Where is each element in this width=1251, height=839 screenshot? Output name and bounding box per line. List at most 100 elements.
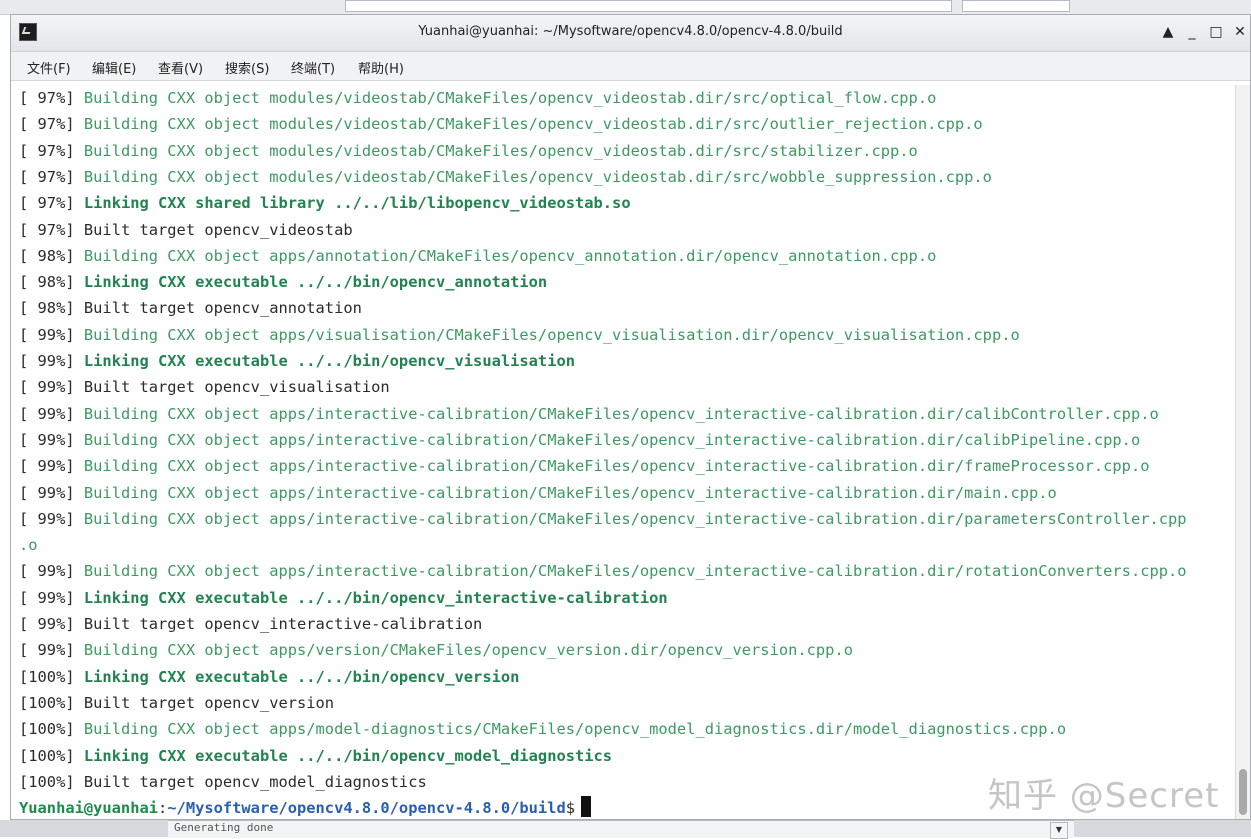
terminal-line: [ 99%] Building CXX object apps/interact… (19, 558, 1187, 584)
window-title: Yuanhai@yuanhai: ~/Mysoftware/opencv4.8.… (418, 24, 843, 39)
terminal-line: [100%] Building CXX object apps/model-di… (19, 716, 1066, 742)
build-message: Building CXX object apps/interactive-cal… (83, 483, 1057, 502)
build-message: Building CXX object modules/videostab/CM… (83, 115, 983, 134)
background-button (962, 0, 1070, 12)
build-message: Built target opencv_videostab (83, 220, 353, 239)
menu-edit[interactable]: 编辑(E) (92, 58, 136, 77)
terminal-line: [ 97%] Built target opencv_videostab (19, 217, 353, 243)
background-scroll-down-icon: ▼ (1050, 822, 1068, 839)
progress-percent: [ 99%] (19, 483, 75, 502)
scrollbar-thumb[interactable] (1239, 769, 1247, 815)
terminal-line: [ 99%] Building CXX object apps/version/… (19, 637, 853, 663)
build-message: Building CXX object apps/annotation/CMak… (83, 246, 937, 265)
build-message: Building CXX object apps/interactive-cal… (83, 562, 1187, 581)
progress-percent: [ 98%] (19, 246, 75, 265)
terminal-line: [ 99%] Building CXX object apps/interact… (19, 480, 1057, 506)
terminal-line: [100%] Linking CXX executable ../../bin/… (19, 743, 612, 769)
build-message: Building CXX object apps/version/CMakeFi… (83, 641, 853, 660)
build-message: Building CXX object apps/interactive-cal… (83, 457, 1150, 476)
build-message: Building CXX object apps/model-diagnosti… (83, 720, 1067, 739)
progress-percent: [ 99%] (19, 378, 75, 397)
build-message: Linking CXX executable ../../bin/opencv_… (83, 352, 575, 370)
progress-percent: [ 97%] (19, 141, 75, 160)
progress-percent: [ 98%] (19, 299, 75, 318)
shell-prompt[interactable]: Yuanhai@yuanhai:~/Mysoftware/opencv4.8.0… (19, 795, 591, 819)
build-message: Linking CXX shared library ../../lib/lib… (83, 194, 631, 213)
build-message: Building CXX object apps/visualisation/C… (83, 325, 1020, 344)
terminal-line: [ 99%] Linking CXX executable ../../bin/… (19, 585, 668, 611)
maximize-button[interactable]: □ (1205, 21, 1227, 43)
progress-percent: [ 99%] (19, 457, 75, 476)
terminal-line: [ 97%] Building CXX object modules/video… (19, 138, 918, 164)
progress-percent: [ 97%] (19, 115, 75, 134)
title-bar[interactable]: Yuanhai@yuanhai: ~/Mysoftware/opencv4.8.… (11, 15, 1250, 52)
progress-percent: [ 97%] (19, 167, 75, 186)
terminal-line: [ 99%] Building CXX object apps/visualis… (19, 322, 1020, 348)
progress-percent: [ 99%] (19, 509, 75, 528)
background-window-top (0, 0, 1251, 15)
terminal-line: [ 99%] Built target opencv_visualisation (19, 374, 390, 400)
progress-percent: [100%] (19, 667, 75, 686)
prompt-user: Yuanhai@yuanhai (19, 799, 158, 818)
progress-percent: [100%] (19, 746, 75, 765)
progress-percent: [ 99%] (19, 325, 75, 344)
terminal-line: [ 97%] Linking CXX shared library ../../… (19, 190, 631, 216)
build-message: Built target opencv_annotation (83, 299, 362, 318)
terminal-line: [100%] Linking CXX executable ../../bin/… (19, 664, 519, 690)
progress-percent: [ 99%] (19, 588, 75, 607)
progress-percent: [ 99%] (19, 562, 75, 581)
progress-percent: [ 99%] (19, 430, 75, 449)
progress-percent: [ 98%] (19, 273, 75, 292)
menu-help[interactable]: 帮助(H) (358, 58, 404, 77)
build-message: Built target opencv_model_diagnostics (83, 772, 427, 791)
build-message: Linking CXX executable ../../bin/opencv_… (83, 667, 520, 686)
progress-percent: [ 99%] (19, 404, 75, 423)
build-message: Building CXX object apps/interactive-cal… (83, 509, 1187, 528)
terminal-line: .o (19, 532, 38, 558)
menu-view[interactable]: 查看(V) (158, 58, 203, 77)
background-address-field (345, 0, 952, 12)
terminal-output[interactable]: [ 97%] Building CXX object modules/video… (11, 85, 1236, 819)
build-message: Linking CXX executable ../../bin/opencv_… (83, 273, 548, 292)
terminal-scrollbar[interactable] (1235, 85, 1250, 819)
progress-percent: [ 99%] (19, 615, 75, 633)
progress-percent: [100%] (19, 772, 75, 791)
terminal-line: [ 98%] Building CXX object apps/annotati… (19, 243, 936, 269)
build-message: Built target opencv_version (83, 693, 335, 712)
terminal-line: [ 99%] Building CXX object apps/interact… (19, 401, 1159, 427)
progress-percent: [ 97%] (19, 220, 75, 239)
shade-window-button[interactable]: ▲ (1157, 21, 1179, 43)
progress-percent: [ 99%] (19, 352, 75, 370)
terminal-line: [ 97%] Building CXX object modules/video… (19, 111, 983, 137)
prompt-colon: : (158, 799, 168, 818)
menu-bar: 文件(F) 编辑(E) 查看(V) 搜索(S) 终端(T) 帮助(H) (11, 52, 1250, 81)
build-message: .o (19, 536, 38, 555)
close-button[interactable]: ✕ (1229, 21, 1251, 43)
build-message: Built target opencv_interactive-calibrat… (83, 615, 483, 633)
build-message: Linking CXX executable ../../bin/opencv_… (83, 746, 613, 765)
terminal-line: [ 99%] Building CXX object apps/interact… (19, 506, 1187, 532)
background-window-bottom: Generating done ▼ (0, 820, 1251, 839)
terminal-window: Yuanhai@yuanhai: ~/Mysoftware/opencv4.8.… (10, 14, 1251, 820)
terminal-line: [ 98%] Built target opencv_annotation (19, 295, 362, 321)
menu-terminal[interactable]: 终端(T) (291, 58, 335, 77)
watermark: 知乎 @Secret (988, 776, 1220, 816)
text-cursor (581, 796, 591, 818)
progress-percent: [ 97%] (19, 89, 75, 107)
build-message: Building CXX object apps/interactive-cal… (83, 404, 1159, 423)
minimize-button[interactable]: _ (1181, 21, 1203, 43)
build-message: Built target opencv_visualisation (83, 378, 390, 397)
progress-percent: [ 99%] (19, 641, 75, 660)
progress-percent: [ 97%] (19, 194, 75, 213)
progress-percent: [100%] (19, 693, 75, 712)
terminal-line: [ 97%] Building CXX object modules/video… (19, 85, 936, 111)
terminal-line: [100%] Built target opencv_version (19, 690, 334, 716)
build-message: Building CXX object modules/videostab/CM… (83, 141, 918, 160)
build-message: Building CXX object modules/videostab/CM… (83, 89, 937, 107)
terminal-line: [ 99%] Building CXX object apps/interact… (19, 453, 1149, 479)
build-message: Building CXX object modules/videostab/CM… (83, 167, 992, 186)
menu-file[interactable]: 文件(F) (27, 58, 71, 77)
background-log-text: Generating done (168, 820, 1074, 838)
progress-percent: [100%] (19, 720, 75, 739)
menu-search[interactable]: 搜索(S) (225, 58, 269, 77)
